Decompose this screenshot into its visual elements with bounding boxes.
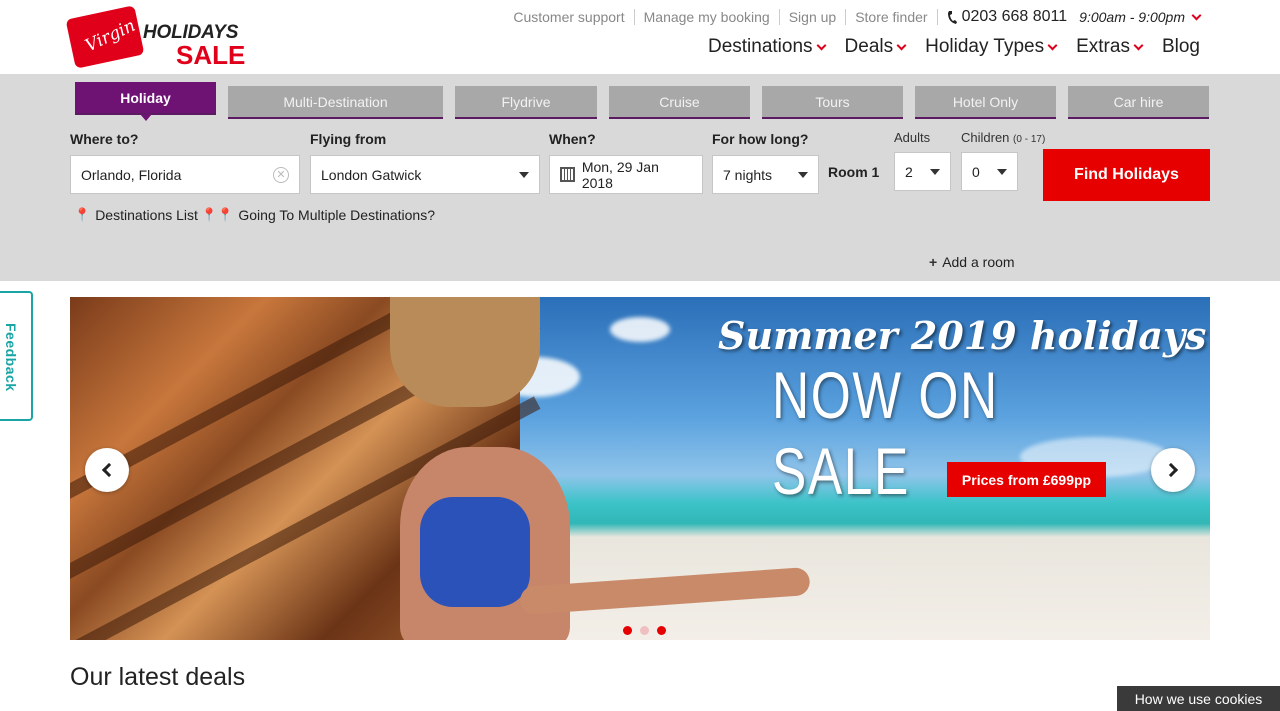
carousel-dots — [623, 626, 666, 635]
children-value: 0 — [972, 163, 980, 180]
find-holidays-button[interactable]: Find Holidays — [1043, 149, 1210, 201]
children-label: Children (0 - 17) — [961, 130, 1045, 145]
cookie-banner-button[interactable]: How we use cookies — [1117, 686, 1280, 711]
carousel-dot[interactable] — [640, 626, 649, 635]
tab-car-hire[interactable]: Car hire — [1068, 86, 1209, 119]
nav-destinations[interactable]: Destinations — [707, 36, 826, 58]
feedback-label: Feedback — [3, 323, 19, 392]
duration-value: 7 nights — [723, 166, 773, 183]
chevron-down-icon — [896, 40, 907, 50]
dropdown-caret-icon — [798, 171, 808, 178]
chevron-down-icon — [1191, 10, 1202, 20]
plus-icon: + — [929, 254, 938, 270]
flying-from-select[interactable]: London Gatwick — [310, 155, 540, 194]
tab-flydrive[interactable]: Flydrive — [455, 86, 597, 119]
duration-select[interactable]: 7 nights — [712, 155, 819, 194]
when-label: When? — [549, 131, 596, 147]
hero-carousel[interactable]: Summer 2019 holidays NOW ON SALE Prices … — [70, 297, 1210, 640]
nav-deals[interactable]: Deals — [844, 36, 907, 58]
where-to-label: Where to? — [70, 131, 139, 147]
flying-from-label: Flying from — [310, 131, 387, 147]
multi-pin-icon: 📍📍 — [201, 207, 234, 222]
nav-blog-label: Blog — [1161, 36, 1200, 57]
children-range: (0 - 17) — [1013, 134, 1046, 145]
nav-blog[interactable]: Blog — [1162, 36, 1200, 58]
map-pin-icon: 📍 — [74, 207, 91, 222]
chevron-down-icon — [816, 40, 826, 50]
hero-sun-hat — [390, 297, 540, 407]
store-finder-link[interactable]: Store finder — [846, 9, 938, 25]
carousel-prev-button[interactable] — [85, 448, 129, 492]
room-label: Room 1 — [828, 164, 880, 180]
tab-hotel-only[interactable]: Hotel Only — [915, 86, 1056, 119]
nav-extras[interactable]: Extras — [1076, 36, 1144, 58]
hero-swimsuit — [420, 497, 530, 607]
children-label-text: Children — [961, 130, 1010, 145]
tab-cruise[interactable]: Cruise — [609, 86, 750, 119]
virgin-holidays-logo[interactable]: Virgin HOLIDAYS SALE — [65, 5, 246, 70]
add-room-link[interactable]: + Add a room — [929, 254, 1015, 270]
how-long-label: For how long? — [712, 131, 809, 147]
destinations-list-link[interactable]: 📍 Destinations List — [74, 207, 198, 223]
hero-title-line1: Summer 2019 holidays — [718, 313, 1207, 358]
date-value: Mon, 29 Jan 2018 — [581, 158, 659, 191]
chevron-left-icon — [101, 462, 117, 478]
feedback-tab[interactable]: Feedback — [0, 291, 33, 421]
nav-holiday-types[interactable]: Holiday Types — [925, 36, 1058, 58]
nav-extras-label: Extras — [1076, 36, 1130, 57]
adults-value: 2 — [905, 163, 913, 180]
calendar-icon — [560, 167, 575, 182]
carousel-dot[interactable] — [657, 626, 666, 635]
opening-hours[interactable]: 9:00am - 9:00pm — [1079, 9, 1202, 25]
tab-holiday[interactable]: Holiday — [75, 82, 216, 121]
adults-label: Adults — [894, 130, 931, 145]
multiple-destinations-link[interactable]: 📍📍 Going To Multiple Destinations? — [201, 207, 435, 223]
tab-multi-destination[interactable]: Multi-Destination — [228, 86, 443, 119]
phone-icon — [947, 10, 957, 24]
latest-deals-heading: Our latest deals — [70, 663, 246, 691]
nav-holiday-types-label: Holiday Types — [925, 36, 1045, 57]
adults-select[interactable]: 2 — [894, 152, 951, 191]
dropdown-caret-icon — [930, 168, 940, 175]
phone-number-text: 0203 668 8011 — [961, 8, 1068, 25]
children-select[interactable]: 0 — [961, 152, 1018, 191]
tab-tours[interactable]: Tours — [762, 86, 903, 119]
phone-number[interactable]: 0203 668 8011 — [938, 8, 1080, 26]
manage-booking-link[interactable]: Manage my booking — [635, 9, 780, 25]
carousel-next-button[interactable] — [1151, 448, 1195, 492]
chevron-right-icon — [1163, 462, 1179, 478]
opening-hours-text: 9:00am - 9:00pm — [1079, 9, 1185, 25]
sign-up-link[interactable]: Sign up — [780, 9, 847, 25]
chevron-down-icon — [1047, 40, 1058, 50]
where-to-value: Orlando, Florida — [81, 166, 182, 183]
customer-support-link[interactable]: Customer support — [504, 9, 635, 25]
where-to-input[interactable]: Orlando, Florida ✕ — [70, 155, 300, 194]
carousel-dot[interactable] — [623, 626, 632, 635]
hero-cloud — [610, 317, 670, 342]
chevron-down-icon — [1133, 40, 1144, 50]
clear-icon[interactable]: ✕ — [273, 166, 289, 183]
multiple-destinations-text: Going To Multiple Destinations? — [238, 207, 436, 223]
destinations-list-text: Destinations List — [95, 207, 198, 223]
add-room-text: Add a room — [942, 254, 1015, 270]
nav-destinations-label: Destinations — [707, 36, 813, 57]
date-picker[interactable]: Mon, 29 Jan 2018 — [549, 155, 703, 194]
flying-from-value: London Gatwick — [321, 166, 422, 183]
logo-sale-text: SALE — [176, 40, 246, 70]
nav-deals-label: Deals — [844, 36, 894, 57]
prices-from-button[interactable]: Prices from £699pp — [947, 462, 1106, 497]
dropdown-caret-icon — [997, 168, 1007, 175]
top-utility-bar: Customer support Manage my booking Sign … — [504, 6, 1202, 28]
product-tabs: Holiday Multi-Destination Flydrive Cruis… — [75, 82, 1209, 121]
dropdown-caret-icon — [519, 171, 529, 178]
main-navigation: Destinations Deals Holiday Types Extras … — [708, 36, 1200, 58]
